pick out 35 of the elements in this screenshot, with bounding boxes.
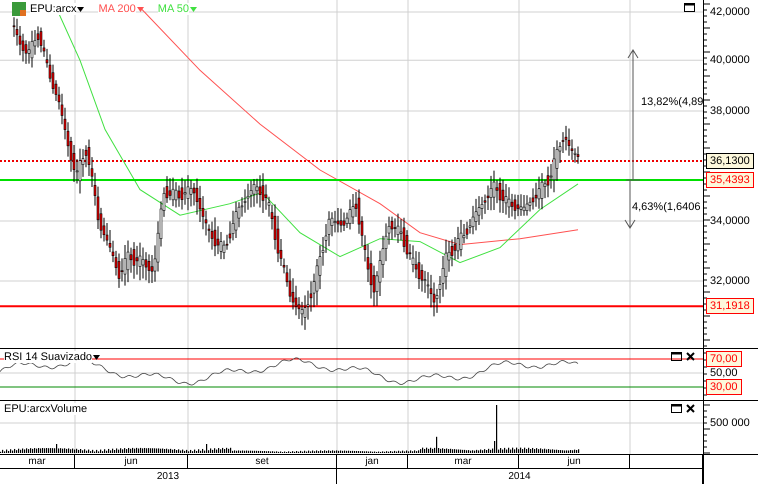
measure-up-label: 13,82%(4,89: [641, 96, 703, 108]
year-label: 2013: [156, 471, 180, 482]
axis-label: 32,0000: [710, 275, 750, 287]
measure-up-arrow[interactable]: [628, 49, 638, 181]
maximize-icon[interactable]: [671, 404, 682, 413]
support-line[interactable]: [0, 179, 703, 182]
close-icon[interactable]: [686, 352, 695, 361]
month-label: jun: [567, 456, 581, 467]
axis-label: 500 000: [710, 417, 750, 429]
axis-label: 42,0000: [710, 6, 750, 18]
month-label: mar: [28, 456, 46, 467]
measure-down-label: 4,63%(1,6406: [632, 200, 700, 213]
month-label: jan: [365, 456, 379, 467]
logo-icon: [12, 2, 26, 16]
year-label: 2014: [508, 471, 531, 482]
close-icon[interactable]: [686, 404, 695, 413]
dropdown-caret-icon[interactable]: [77, 6, 84, 12]
symbol-label[interactable]: EPU:arcx: [30, 3, 76, 15]
maximize-icon[interactable]: [684, 3, 695, 12]
month-label: jun: [124, 456, 138, 467]
axis-label: 30,00: [706, 379, 742, 395]
axis-label: 38,0000: [710, 105, 750, 118]
maximize-icon[interactable]: [671, 352, 682, 361]
panel-title: EPU:arcxVolume: [4, 403, 88, 415]
axis-label: 70,00: [706, 351, 742, 367]
axis-label: 34,0000: [710, 215, 750, 228]
axis-label: 50,00: [710, 367, 738, 379]
price-level-label: 31,1918: [706, 298, 754, 314]
price-level-label: 35,4393: [706, 172, 754, 188]
dropdown-caret-icon[interactable]: [93, 354, 100, 360]
price-level-label: 36,1300: [706, 152, 754, 169]
indicator-title[interactable]: RSI 14 Suavizado: [4, 351, 92, 363]
month-label: set: [255, 456, 269, 467]
month-label: mar: [454, 456, 472, 467]
axis-label: 40,0000: [710, 54, 750, 66]
